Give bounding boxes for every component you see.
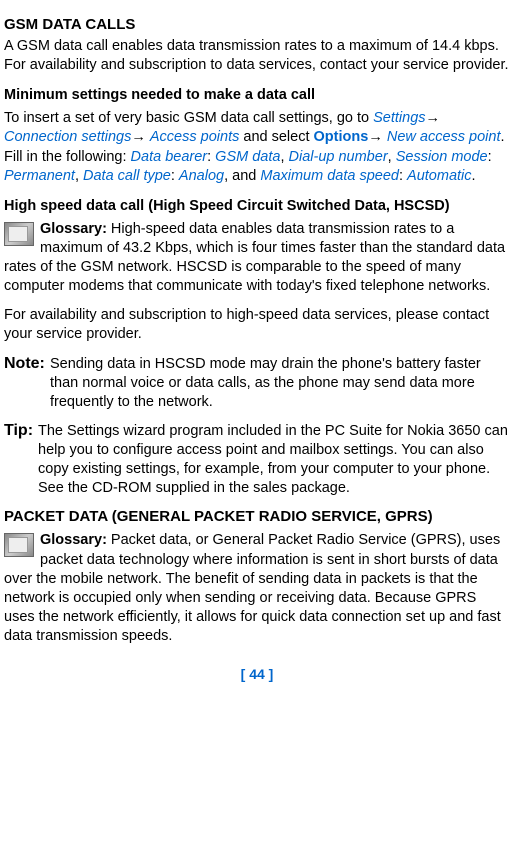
text-and-select: and select — [239, 129, 313, 145]
note-label: Note: — [4, 355, 50, 412]
arrow-icon: → — [368, 129, 387, 145]
glossary-label: Glossary: — [40, 221, 107, 237]
tip-block: Tip: The Settings wizard program include… — [4, 422, 510, 499]
tip-label: Tip: — [4, 422, 38, 499]
heading-high-speed-data-call: High speed data call (High Speed Circuit… — [4, 198, 510, 214]
gsm-intro-paragraph: A GSM data call enables data transmissio… — [4, 37, 510, 75]
document-page: GSM DATA CALLS A GSM data call enables d… — [0, 0, 518, 698]
heading-minimum-settings: Minimum settings needed to make a data c… — [4, 87, 510, 103]
link-dial-up-number: Dial-up number — [289, 149, 388, 165]
heading-gsm-data-calls: GSM DATA CALLS — [4, 16, 510, 33]
text-comma: , — [280, 149, 288, 165]
text-colon: : — [207, 149, 215, 165]
link-permanent: Permanent — [4, 168, 75, 184]
book-icon — [4, 533, 34, 557]
glossary-hscsd: Glossary: High-speed data enables data t… — [4, 220, 510, 297]
link-session-mode: Session mode — [396, 149, 488, 165]
text-prefix: To insert a set of very basic GSM data c… — [4, 110, 373, 126]
note-block: Note: Sending data in HSCSD mode may dra… — [4, 355, 510, 412]
link-connection-settings: Connection settings — [4, 129, 131, 145]
link-options: Options — [314, 129, 369, 145]
glossary-text: Packet data, or General Packet Radio Ser… — [4, 532, 501, 644]
glossary-gprs: Glossary: Packet data, or General Packet… — [4, 531, 510, 646]
text-comma: , — [388, 149, 396, 165]
hscsd-availability-paragraph: For availability and subscription to hig… — [4, 306, 510, 344]
link-new-access-point: New access point — [387, 129, 501, 145]
arrow-icon: → — [426, 110, 441, 126]
text-colon: : — [399, 168, 407, 184]
heading-packet-data-gprs: PACKET DATA (GENERAL PACKET RADIO SERVIC… — [4, 508, 510, 525]
note-text: Sending data in HSCSD mode may drain the… — [50, 355, 510, 412]
text-colon: : — [171, 168, 179, 184]
link-access-points: Access points — [150, 129, 239, 145]
link-data-bearer: Data bearer — [131, 149, 208, 165]
link-gsm-data: GSM data — [215, 149, 280, 165]
arrow-icon: → — [131, 129, 150, 145]
link-settings: Settings — [373, 110, 425, 126]
link-automatic: Automatic — [407, 168, 471, 184]
tip-text: The Settings wizard program included in … — [38, 422, 510, 499]
text-and: , and — [224, 168, 260, 184]
page-number: [ 44 ] — [4, 666, 510, 682]
text-period: . — [472, 168, 476, 184]
book-icon — [4, 222, 34, 246]
minimum-settings-paragraph: To insert a set of very basic GSM data c… — [4, 109, 510, 186]
link-analog: Analog — [179, 168, 224, 184]
text-colon: : — [488, 149, 492, 165]
text-comma: , — [75, 168, 83, 184]
link-data-call-type: Data call type — [83, 168, 171, 184]
link-maximum-data-speed: Maximum data speed — [260, 168, 399, 184]
glossary-label: Glossary: — [40, 532, 107, 548]
